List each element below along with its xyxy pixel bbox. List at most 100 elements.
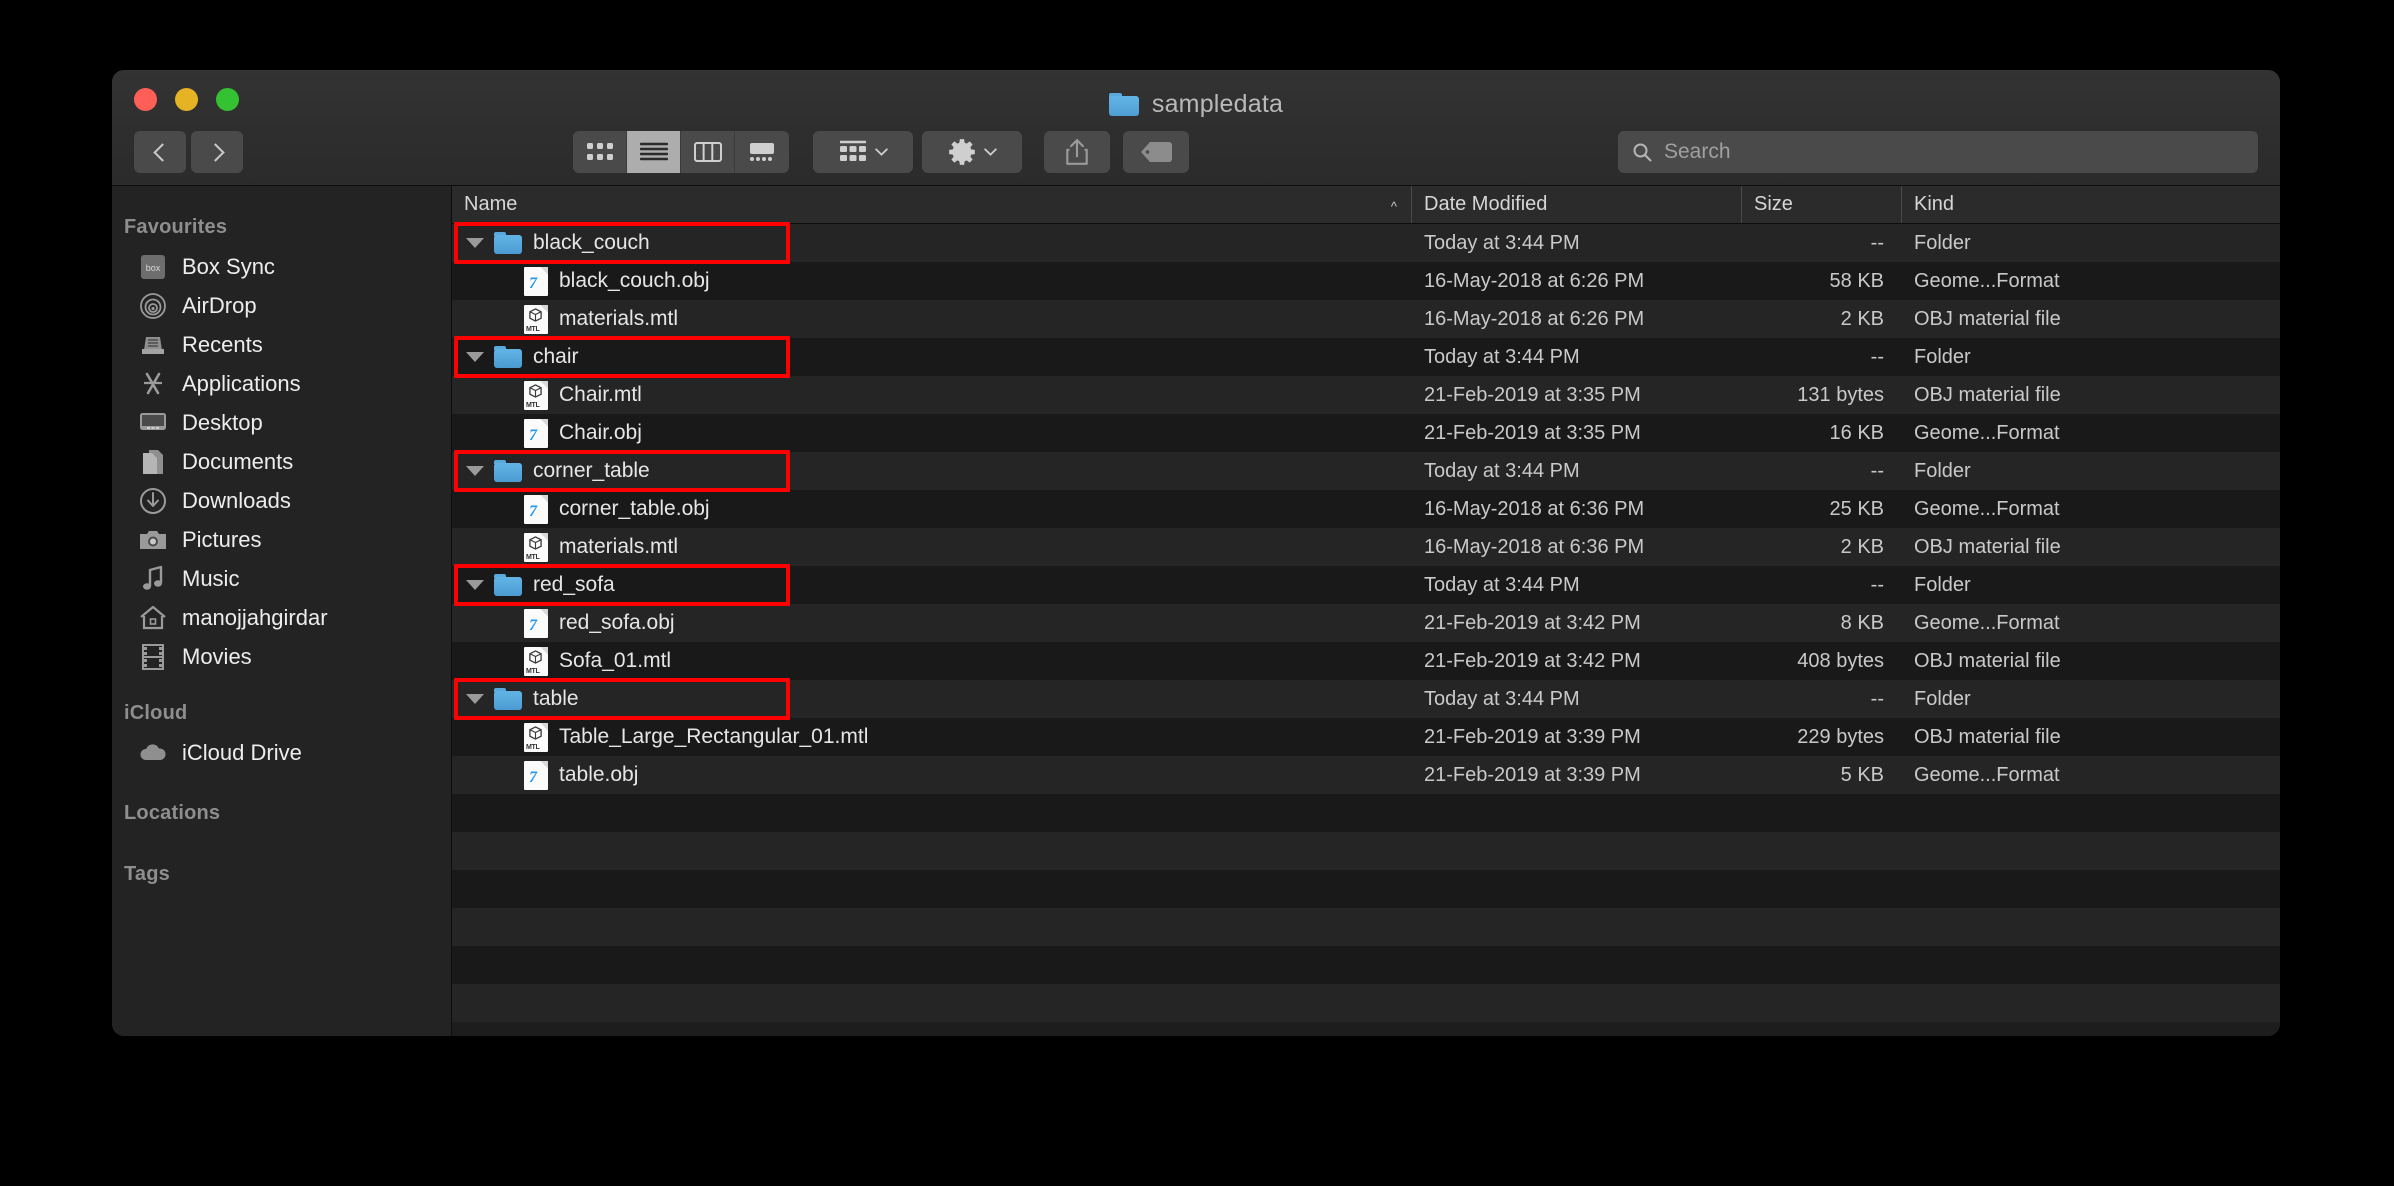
- gallery-icon: [747, 142, 777, 162]
- table-row[interactable]: black_couchToday at 3:44 PM--Folder: [452, 224, 2280, 262]
- row-kind-cell: OBJ material file: [1902, 726, 2280, 749]
- view-mode-buttons: [573, 131, 789, 173]
- row-size-cell: 16 KB: [1742, 422, 1902, 445]
- disclosure-triangle-icon[interactable]: [466, 466, 484, 476]
- obj-file-icon: 7: [524, 267, 548, 296]
- window-body: Favourites box Box Sync AirDrop: [112, 186, 2280, 1036]
- chevron-left-icon: [153, 143, 171, 161]
- row-name-cell[interactable]: corner_table: [452, 459, 1412, 483]
- table-row[interactable]: chairToday at 3:44 PM--Folder: [452, 338, 2280, 376]
- column-header-kind[interactable]: Kind: [1902, 186, 2280, 223]
- toolbar: Search: [112, 128, 2280, 176]
- disclosure-triangle-icon[interactable]: [466, 694, 484, 704]
- table-row[interactable]: MTLChair.mtl21-Feb-2019 at 3:35 PM131 by…: [452, 376, 2280, 414]
- row-date-cell: 16-May-2018 at 6:26 PM: [1412, 308, 1742, 331]
- table-row[interactable]: MTLTable_Large_Rectangular_01.mtl21-Feb-…: [452, 718, 2280, 756]
- row-name-cell[interactable]: table: [452, 687, 1412, 711]
- row-name-cell[interactable]: 7black_couch.obj: [452, 267, 1412, 296]
- sidebar-item-label: iCloud Drive: [182, 740, 302, 766]
- row-kind-cell: OBJ material file: [1902, 308, 2280, 331]
- sidebar-item-label: Movies: [182, 644, 252, 670]
- row-size-cell: 58 KB: [1742, 270, 1902, 293]
- sidebar-item-pictures[interactable]: Pictures: [112, 520, 451, 559]
- sidebar-item-movies[interactable]: Movies: [112, 637, 451, 676]
- row-date-cell: 21-Feb-2019 at 3:35 PM: [1412, 422, 1742, 445]
- back-button[interactable]: [134, 131, 186, 173]
- list-icon: [640, 142, 668, 162]
- column-header-label: Size: [1754, 193, 1793, 216]
- row-kind-cell: Folder: [1902, 688, 2280, 711]
- sidebar-item-documents[interactable]: Documents: [112, 442, 451, 481]
- table-row[interactable]: 7red_sofa.obj21-Feb-2019 at 3:42 PM8 KBG…: [452, 604, 2280, 642]
- sidebar-item-desktop[interactable]: Desktop: [112, 403, 451, 442]
- file-name-label: chair: [533, 345, 579, 369]
- edit-tags-button[interactable]: [1123, 131, 1189, 173]
- sidebar-item-icloud-drive[interactable]: iCloud Drive: [112, 733, 451, 772]
- maximize-button[interactable]: [216, 88, 239, 111]
- view-as-columns-button[interactable]: [681, 131, 735, 173]
- table-row[interactable]: tableToday at 3:44 PM--Folder: [452, 680, 2280, 718]
- file-name-label: table: [533, 687, 579, 711]
- row-name-cell[interactable]: chair: [452, 345, 1412, 369]
- window-titlebar: sampledata: [112, 70, 2280, 186]
- search-field[interactable]: Search: [1618, 131, 2258, 173]
- close-button[interactable]: [134, 88, 157, 111]
- sidebar-item-music[interactable]: Music: [112, 559, 451, 598]
- row-name-cell[interactable]: MTLmaterials.mtl: [452, 305, 1412, 334]
- folder-icon: [1109, 93, 1139, 116]
- table-row[interactable]: MTLSofa_01.mtl21-Feb-2019 at 3:42 PM408 …: [452, 642, 2280, 680]
- view-as-icons-button[interactable]: [573, 131, 627, 173]
- table-row[interactable]: corner_tableToday at 3:44 PM--Folder: [452, 452, 2280, 490]
- table-row[interactable]: 7black_couch.obj16-May-2018 at 6:26 PM58…: [452, 262, 2280, 300]
- sidebar-item-applications[interactable]: Applications: [112, 364, 451, 403]
- row-size-cell: 131 bytes: [1742, 384, 1902, 407]
- disclosure-triangle-icon[interactable]: [466, 352, 484, 362]
- disclosure-triangle-icon[interactable]: [466, 238, 484, 248]
- sidebar-item-box-sync[interactable]: box Box Sync: [112, 247, 451, 286]
- table-row[interactable]: 7table.obj21-Feb-2019 at 3:39 PM5 KBGeom…: [452, 756, 2280, 794]
- column-header-size[interactable]: Size: [1742, 186, 1902, 223]
- sidebar-item-downloads[interactable]: Downloads: [112, 481, 451, 520]
- file-name-label: Sofa_01.mtl: [559, 649, 671, 673]
- table-row[interactable]: 7corner_table.obj16-May-2018 at 6:36 PM2…: [452, 490, 2280, 528]
- column-header-name[interactable]: Name ^: [452, 186, 1412, 223]
- table-row[interactable]: MTLmaterials.mtl16-May-2018 at 6:36 PM2 …: [452, 528, 2280, 566]
- sidebar-item-recents[interactable]: Recents: [112, 325, 451, 364]
- row-name-cell[interactable]: red_sofa: [452, 573, 1412, 597]
- row-name-cell[interactable]: MTLmaterials.mtl: [452, 533, 1412, 562]
- row-name-cell[interactable]: MTLTable_Large_Rectangular_01.mtl: [452, 723, 1412, 752]
- sidebar-item-airdrop[interactable]: AirDrop: [112, 286, 451, 325]
- share-button[interactable]: [1044, 131, 1110, 173]
- row-name-cell[interactable]: 7Chair.obj: [452, 419, 1412, 448]
- group-icon: [839, 140, 867, 164]
- applications-icon: [138, 369, 168, 399]
- row-name-cell[interactable]: black_couch: [452, 231, 1412, 255]
- column-header-date-modified[interactable]: Date Modified: [1412, 186, 1742, 223]
- traffic-lights: [134, 88, 239, 111]
- table-row[interactable]: 7Chair.obj21-Feb-2019 at 3:35 PM16 KBGeo…: [452, 414, 2280, 452]
- row-name-cell[interactable]: 7table.obj: [452, 761, 1412, 790]
- disclosure-triangle-icon[interactable]: [466, 580, 484, 590]
- gear-icon: [948, 138, 976, 166]
- table-row[interactable]: red_sofaToday at 3:44 PM--Folder: [452, 566, 2280, 604]
- row-size-cell: --: [1742, 574, 1902, 597]
- column-header-label: Date Modified: [1424, 193, 1547, 216]
- empty-row: [452, 908, 2280, 946]
- view-as-gallery-button[interactable]: [735, 131, 789, 173]
- row-name-cell[interactable]: 7corner_table.obj: [452, 495, 1412, 524]
- row-name-cell[interactable]: 7red_sofa.obj: [452, 609, 1412, 638]
- action-menu-button[interactable]: [922, 131, 1022, 173]
- row-kind-cell: Folder: [1902, 232, 2280, 255]
- row-kind-cell: Geome...Format: [1902, 612, 2280, 635]
- mtl-file-icon: MTL: [524, 723, 548, 752]
- forward-button[interactable]: [191, 131, 243, 173]
- row-name-cell[interactable]: MTLChair.mtl: [452, 381, 1412, 410]
- group-items-button[interactable]: [813, 131, 913, 173]
- row-name-cell[interactable]: MTLSofa_01.mtl: [452, 647, 1412, 676]
- table-row[interactable]: MTLmaterials.mtl16-May-2018 at 6:26 PM2 …: [452, 300, 2280, 338]
- sidebar-item-home[interactable]: manojjahgirdar: [112, 598, 451, 637]
- finder-window: sampledata: [112, 70, 2280, 1036]
- search-input[interactable]: Search: [1664, 140, 1731, 164]
- view-as-list-button[interactable]: [627, 131, 681, 173]
- minimize-button[interactable]: [175, 88, 198, 111]
